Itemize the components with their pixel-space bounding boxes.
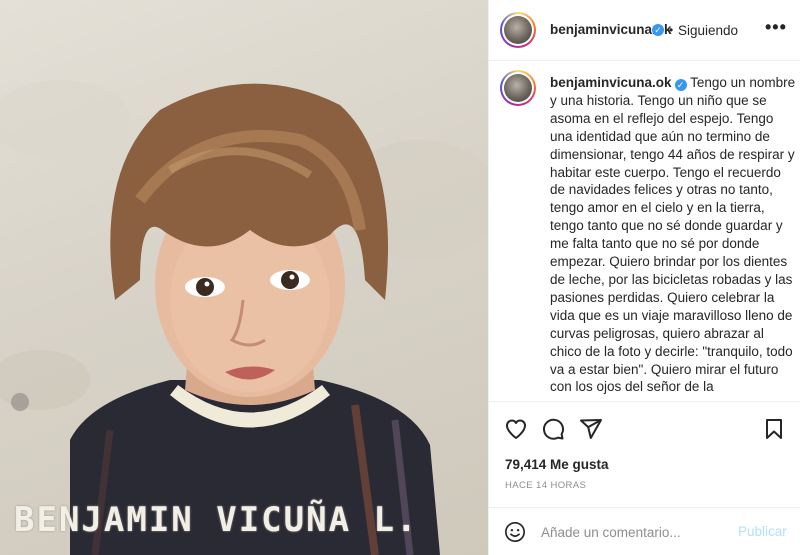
caption-username[interactable]: benjaminvicuna.ok [550,75,672,90]
caption-body: Tengo un nombre y una historia. Tengo un… [550,75,796,395]
separator-dot: • [669,23,674,37]
following-button[interactable]: Siguiendo [678,23,738,38]
caption-text-block: benjaminvicuna.ok ✓ Tengo un nombre y una… [550,74,796,396]
post-photo[interactable]: BENJAMIN VICUÑA L. [0,0,488,555]
post-side-panel: benjaminvicuna.ok ✓ • Siguiendo ••• benj… [488,0,800,555]
share-icon[interactable] [579,417,603,441]
avatar[interactable] [500,12,536,48]
photo-name-label: BENJAMIN VICUÑA L. [14,500,419,540]
more-options-icon[interactable]: ••• [765,18,786,40]
verified-badge-icon: ✓ [652,24,664,36]
post-header: benjaminvicuna.ok ✓ • Siguiendo ••• [489,0,800,61]
emoji-icon[interactable] [504,521,526,543]
comment-icon[interactable] [541,417,565,441]
likes-count[interactable]: 79,414 Me gusta [505,457,609,472]
caption-avatar[interactable] [500,70,536,106]
post-actions [489,403,800,453]
caption-area[interactable]: benjaminvicuna.ok ✓ Tengo un nombre y una… [489,62,800,402]
post-timestamp[interactable]: HACE 14 HORAS [505,480,586,491]
publish-button[interactable]: Publicar [738,524,787,539]
bookmark-icon[interactable] [762,417,786,441]
heart-icon[interactable] [504,417,528,441]
comment-bar: Publicar [489,507,800,555]
child-portrait-illustration [0,80,488,555]
comment-input[interactable] [541,520,731,544]
caption-verified-badge-icon: ✓ [674,79,687,91]
